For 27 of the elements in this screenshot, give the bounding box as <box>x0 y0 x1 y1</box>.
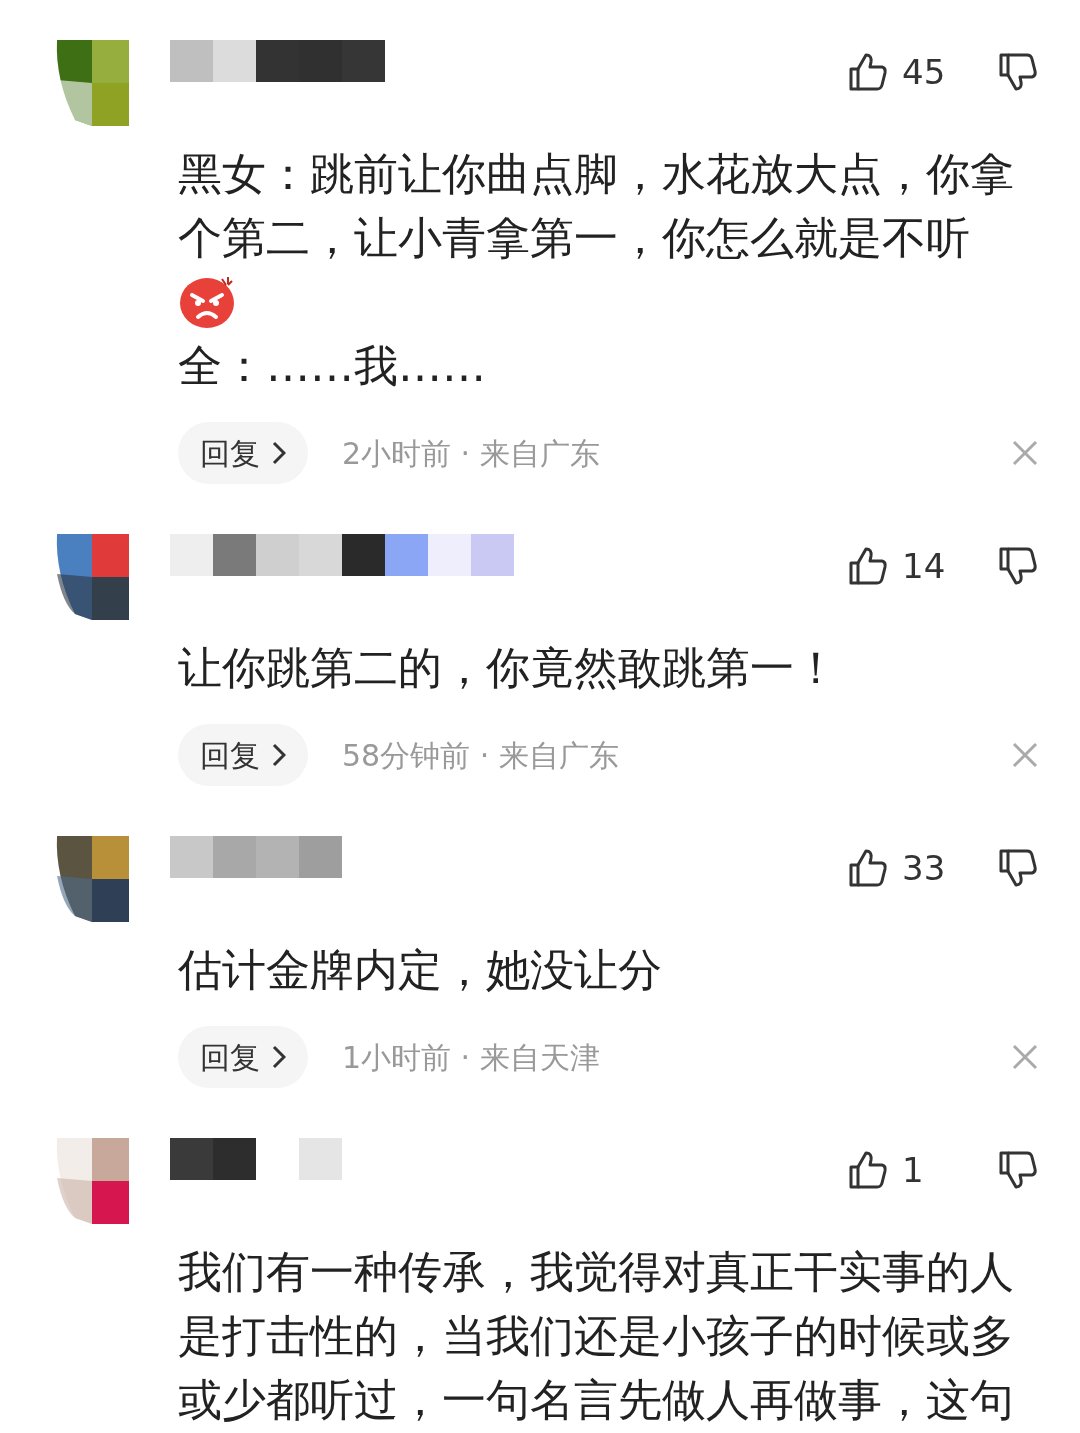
thumbs-up-icon[interactable] <box>848 52 888 92</box>
like-count: 1 <box>902 1148 924 1192</box>
thumbs-down-icon[interactable] <box>998 546 1038 586</box>
comment-meta: 1小时前 · 来自天津 <box>342 1038 601 1077</box>
comment-text: 让你跳第二的，你竟然敢跳第一！ <box>178 641 839 695</box>
reply-button[interactable]: 回复 <box>178 724 308 786</box>
angry-face-icon <box>178 275 236 329</box>
like-count: 45 <box>902 50 946 94</box>
comment-text: 黑女：跳前让你曲点脚，水花放大点，你拿个第二，让小青拿第一，你怎么就是不听 <box>178 147 1015 265</box>
comment-meta: 58分钟前 · 来自广东 <box>342 736 620 775</box>
chevron-right-icon <box>272 1045 286 1069</box>
like-count: 14 <box>902 544 946 588</box>
chevron-right-icon <box>272 743 286 767</box>
thumbs-down-icon[interactable] <box>998 848 1038 888</box>
like-count: 33 <box>902 846 946 890</box>
chevron-right-icon <box>272 441 286 465</box>
comment-text: 估计金牌内定，她没让分 <box>178 943 663 997</box>
reply-button[interactable]: 回复 <box>178 422 308 484</box>
thumbs-up-icon[interactable] <box>848 546 888 586</box>
reply-button[interactable]: 回复 <box>178 1026 308 1088</box>
comment-meta: 2小时前 · 来自广东 <box>342 434 601 473</box>
comment-text: 全：……我…… <box>178 339 487 393</box>
thumbs-up-icon[interactable] <box>848 848 888 888</box>
comment-text: 我们有一种传承，我觉得对真正干实事的人是打击性的，当我们还是小孩子的时候或多或少都听过，一句名言先做人再做事，这句 <box>178 1245 1015 1427</box>
thumbs-down-icon[interactable] <box>998 1150 1038 1190</box>
thumbs-down-icon[interactable] <box>998 52 1038 92</box>
thumbs-up-icon[interactable] <box>848 1150 888 1190</box>
